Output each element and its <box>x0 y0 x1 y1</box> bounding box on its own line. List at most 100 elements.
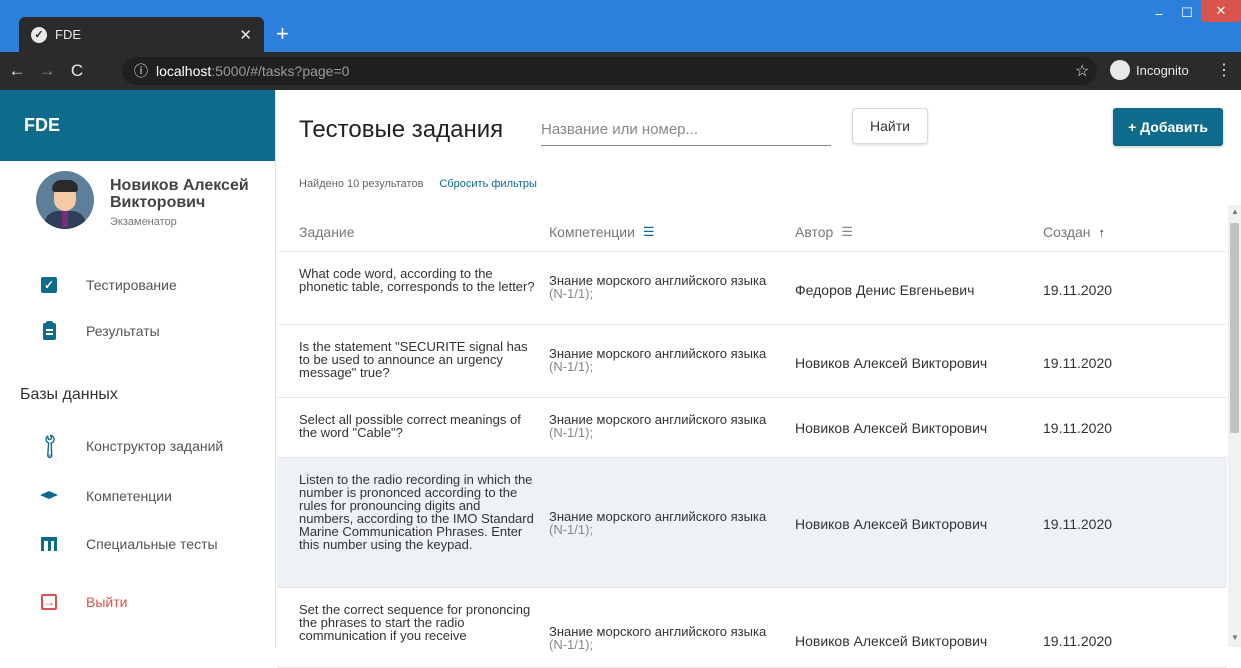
sidebar-item-task-builder[interactable]: 🔧︎ Конструктор заданий <box>0 426 276 466</box>
sidebar-item-testing[interactable]: ✓ Тестирование <box>0 265 276 305</box>
maximize-icon[interactable]: ☐ <box>1173 0 1201 26</box>
tab-title: FDE <box>55 27 81 42</box>
sidebar-item-label: Выйти <box>86 594 128 610</box>
sidebar-item-label: Тестирование <box>86 277 177 293</box>
cell-task: Listen to the radio recording in which t… <box>299 472 534 552</box>
sidebar-item-competences[interactable]: Компетенции <box>0 476 276 516</box>
column-header-label: Задание <box>299 224 355 240</box>
graduation-cap-icon <box>40 487 58 505</box>
site-info-icon[interactable]: ⓘ <box>134 61 148 81</box>
user-role: Экзаменатор <box>110 216 177 228</box>
logout-icon: → <box>41 594 57 610</box>
column-header-author[interactable]: Автор ☰ <box>795 224 853 240</box>
competence-code: (N-1/1); <box>549 359 594 374</box>
incognito-indicator[interactable]: Incognito <box>1110 60 1189 80</box>
scroll-thumb[interactable] <box>1230 223 1239 433</box>
reload-icon[interactable]: C <box>64 61 90 81</box>
brand-bar: FDE <box>0 90 275 161</box>
competence-code: (N-1/1); <box>549 522 594 537</box>
column-header-label: Создан <box>1043 224 1091 240</box>
find-button[interactable]: Найти <box>852 108 928 144</box>
tasks-table: Задание Компетенции ☰ Автор ☰ Создан ↑ W… <box>277 212 1227 668</box>
cell-competence: Знание морского английского языка (N-1/1… <box>549 274 769 300</box>
browser-tab[interactable]: ✓ FDE ✕ <box>19 17 264 52</box>
cell-task: Select all possible correct meanings of … <box>299 412 521 440</box>
bookmark-star-icon[interactable]: ☆ <box>1075 61 1089 81</box>
cell-date: 19.11.2020 <box>1043 282 1113 298</box>
sidebar-item-label: Специальные тесты <box>86 536 218 552</box>
table-row[interactable]: Select all possible correct meanings of … <box>277 398 1227 458</box>
sidebar-item-results[interactable]: Результаты <box>0 311 276 351</box>
add-button[interactable]: + Добавить <box>1113 108 1223 146</box>
minimize-icon[interactable]: – <box>1145 0 1173 26</box>
cell-author: Новиков Алексей Викторович <box>795 516 988 532</box>
cell-date: 19.11.2020 <box>1043 420 1113 436</box>
results-count: Найдено 10 результатов <box>299 178 424 190</box>
menu-kebab-icon[interactable]: ⋮ <box>1216 60 1232 80</box>
clipboard-icon <box>40 320 58 340</box>
cell-author: Федоров Денис Евгеньевич <box>795 282 975 298</box>
brand-logo[interactable]: FDE <box>24 115 60 136</box>
cell-date: 19.11.2020 <box>1043 355 1113 371</box>
checkbox-icon: ✓ <box>40 276 58 294</box>
competence-code: (N-1/1); <box>549 286 594 301</box>
column-header-task[interactable]: Задание <box>299 224 355 240</box>
competence-code: (N-1/1); <box>549 637 594 652</box>
page-title: Тестовые задания <box>299 116 504 143</box>
url-field[interactable]: ⓘ localhost :5000/#/tasks?page=0 <box>122 57 1097 85</box>
table-header: Задание Компетенции ☰ Автор ☰ Создан ↑ <box>277 212 1227 252</box>
table-row[interactable]: Set the correct sequence for prononcing … <box>277 588 1227 668</box>
scroll-up-arrow-icon[interactable]: ▲ <box>1231 207 1239 216</box>
reset-filters-link[interactable]: Сбросить фильтры <box>439 178 537 190</box>
search-input[interactable] <box>541 116 831 146</box>
cell-competence: Знание морского английского языка (N-1/1… <box>549 625 769 651</box>
avatar <box>36 171 94 229</box>
table-row[interactable]: What code word, according to the phoneti… <box>277 252 1227 325</box>
url-path: :5000/#/tasks?page=0 <box>211 63 350 79</box>
table-icon <box>40 535 58 553</box>
favicon-check-icon: ✓ <box>31 26 47 43</box>
cell-competence: Знание морского английского языка (N-1/1… <box>549 510 769 536</box>
cell-date: 19.11.2020 <box>1043 516 1113 532</box>
back-arrow-icon[interactable]: ← <box>4 61 30 81</box>
cell-task: Set the correct sequence for prononcing … <box>299 602 531 643</box>
user-profile: Новиков Алексей Викторович Экзаменатор <box>0 161 275 243</box>
column-header-competences[interactable]: Компетенции ☰ <box>549 224 655 240</box>
sort-asc-icon[interactable]: ↑ <box>1099 225 1106 240</box>
column-header-label: Компетенции <box>549 224 635 240</box>
tab-close-icon[interactable]: ✕ <box>239 26 252 44</box>
window-close-icon[interactable]: ✕ <box>1201 0 1241 22</box>
main-content: Тестовые задания Найти + Добавить Найден… <box>277 90 1241 668</box>
cell-author: Новиков Алексей Викторович <box>795 420 988 436</box>
cell-competence: Знание морского английского языка (N-1/1… <box>549 347 769 373</box>
user-name: Новиков Алексей Викторович <box>110 177 249 211</box>
table-row[interactable]: Is the statement "SECURITE signal has to… <box>277 325 1227 398</box>
sidebar: FDE Новиков Алексей Викторович Экзаменат… <box>0 90 276 647</box>
cell-task: What code word, according to the phoneti… <box>299 266 535 294</box>
browser-tabbar: ✓ FDE ✕ + – ☐ ✕ <box>0 0 1241 52</box>
cell-task: Is the statement "SECURITE signal has to… <box>299 339 528 380</box>
incognito-icon <box>1110 60 1130 80</box>
incognito-label: Incognito <box>1136 62 1189 78</box>
results-bar: Найдено 10 результатов Сбросить фильтры <box>299 178 537 190</box>
forward-arrow-icon[interactable]: → <box>34 61 60 81</box>
cell-author: Новиков Алексей Викторович <box>795 355 988 371</box>
filter-icon[interactable]: ☰ <box>841 224 853 240</box>
sidebar-item-label: Конструктор заданий <box>86 438 224 454</box>
new-tab-button[interactable]: + <box>276 20 289 48</box>
filter-icon[interactable]: ☰ <box>643 224 655 240</box>
sidebar-item-label: Компетенции <box>86 488 172 504</box>
scroll-down-arrow-icon[interactable]: ▼ <box>1231 633 1239 642</box>
sidebar-item-label: Результаты <box>86 323 160 339</box>
address-bar-row: ← → C ⓘ localhost :5000/#/tasks?page=0 ☆… <box>0 52 1241 90</box>
sidebar-item-logout[interactable]: → Выйти <box>0 582 276 622</box>
section-title-databases: Базы данных <box>20 386 118 403</box>
table-row[interactable]: Listen to the radio recording in which t… <box>277 458 1227 588</box>
wrench-icon: 🔧︎ <box>34 430 65 461</box>
sidebar-item-special-tests[interactable]: Специальные тесты <box>0 524 276 564</box>
competence-code: (N-1/1); <box>549 425 594 440</box>
vertical-scrollbar[interactable]: ▲ ▼ <box>1228 205 1241 647</box>
column-header-created[interactable]: Создан ↑ <box>1043 224 1105 240</box>
column-header-label: Автор <box>795 224 834 240</box>
cell-competence: Знание морского английского языка (N-1/1… <box>549 413 769 439</box>
